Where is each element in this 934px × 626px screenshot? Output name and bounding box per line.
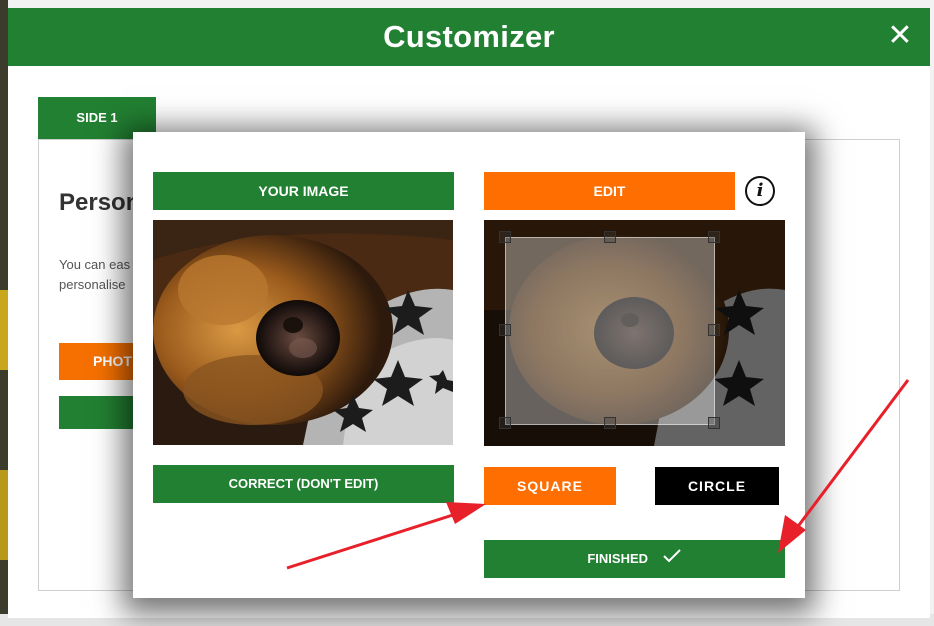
background-page-edge: [0, 0, 8, 626]
customizer-header: Customizer ✕: [8, 8, 930, 66]
finished-button[interactable]: FINISHED: [484, 540, 785, 578]
crop-selection[interactable]: [505, 237, 715, 425]
checkmark-icon: [662, 541, 682, 579]
circle-button[interactable]: CIRCLE: [655, 467, 779, 505]
crop-handle[interactable]: [604, 231, 616, 243]
uploaded-image-preview: [153, 220, 453, 445]
finished-label: FINISHED: [587, 551, 649, 566]
crop-handle[interactable]: [604, 417, 616, 429]
info-icon[interactable]: i: [745, 176, 775, 206]
close-icon[interactable]: ✕: [884, 20, 916, 52]
crop-handle[interactable]: [499, 324, 511, 336]
edit-button[interactable]: EDIT: [484, 172, 735, 210]
image-editor-modal: YOUR IMAGE EDIT i CORRECT (DON'T EDIT) S…: [133, 132, 805, 598]
correct-dont-edit-button[interactable]: CORRECT (DON'T EDIT): [153, 465, 454, 503]
square-button[interactable]: SQUARE: [484, 467, 616, 505]
crop-editor[interactable]: [484, 220, 785, 446]
window-title: Customizer: [383, 19, 555, 54]
your-image-button[interactable]: YOUR IMAGE: [153, 172, 454, 210]
crop-handle[interactable]: [499, 417, 511, 429]
crop-handle[interactable]: [499, 231, 511, 243]
background-decor: [0, 290, 8, 370]
dog-photo: [153, 220, 453, 445]
crop-handle[interactable]: [708, 324, 720, 336]
background-decor: [0, 470, 8, 560]
crop-handle[interactable]: [708, 231, 720, 243]
crop-handle[interactable]: [708, 417, 720, 429]
